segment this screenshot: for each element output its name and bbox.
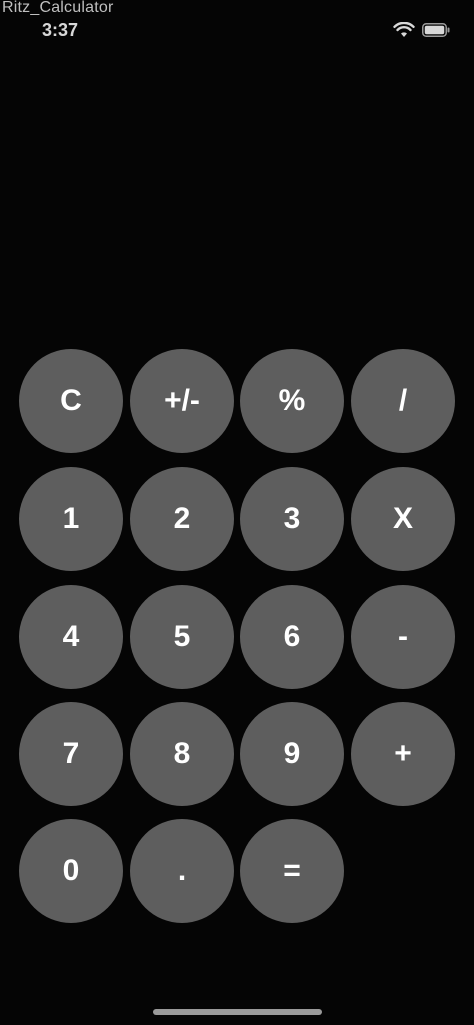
- add-button[interactable]: +: [351, 702, 455, 806]
- app-name: Ritz_Calculator: [2, 0, 114, 16]
- status-time: 3:37: [42, 20, 79, 40]
- digit-9-button[interactable]: 9: [240, 702, 344, 806]
- digit-0-button[interactable]: 0: [19, 819, 123, 923]
- decimal-button[interactable]: .: [130, 819, 234, 923]
- percent-button[interactable]: %: [240, 349, 344, 453]
- digit-6-button[interactable]: 6: [240, 585, 344, 689]
- clear-button[interactable]: C: [19, 349, 123, 453]
- digit-5-button[interactable]: 5: [130, 585, 234, 689]
- digit-7-button[interactable]: 7: [19, 702, 123, 806]
- digit-2-button[interactable]: 2: [130, 467, 234, 571]
- status-bar: Ritz_Calculator 3:37: [0, 0, 474, 44]
- digit-8-button[interactable]: 8: [130, 702, 234, 806]
- subtract-button[interactable]: -: [351, 585, 455, 689]
- keypad: C +/- % / 1 2 3 X 4 5 6 - 7 8 9 + 0 . =: [19, 349, 455, 923]
- multiply-button[interactable]: X: [351, 467, 455, 571]
- divide-button[interactable]: /: [351, 349, 455, 453]
- digit-4-button[interactable]: 4: [19, 585, 123, 689]
- battery-icon: [422, 23, 450, 37]
- digit-1-button[interactable]: 1: [19, 467, 123, 571]
- wifi-icon: [393, 22, 415, 37]
- sign-toggle-button[interactable]: +/-: [130, 349, 234, 453]
- equals-button[interactable]: =: [240, 819, 344, 923]
- result-display: [20, 60, 454, 330]
- home-indicator[interactable]: [153, 1009, 322, 1015]
- digit-3-button[interactable]: 3: [240, 467, 344, 571]
